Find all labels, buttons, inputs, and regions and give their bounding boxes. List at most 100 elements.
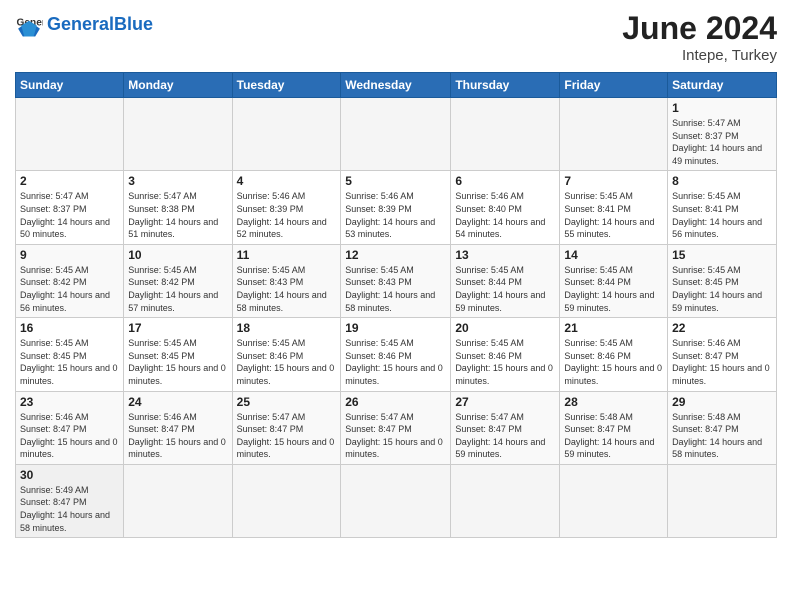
day-number: 16 <box>20 321 119 335</box>
day-number: 12 <box>345 248 446 262</box>
day-number: 27 <box>455 395 555 409</box>
location-title: Intepe, Turkey <box>622 47 777 64</box>
day-info: Sunrise: 5:45 AM Sunset: 8:46 PM Dayligh… <box>564 337 663 387</box>
calendar-day-cell: 27Sunrise: 5:47 AM Sunset: 8:47 PM Dayli… <box>451 391 560 464</box>
day-info: Sunrise: 5:45 AM Sunset: 8:41 PM Dayligh… <box>564 190 663 240</box>
calendar-day-cell: 20Sunrise: 5:45 AM Sunset: 8:46 PM Dayli… <box>451 318 560 391</box>
day-info: Sunrise: 5:46 AM Sunset: 8:47 PM Dayligh… <box>672 337 772 387</box>
day-number: 25 <box>237 395 337 409</box>
calendar-day-cell <box>232 98 341 171</box>
logo-text: GeneralBlue <box>47 14 153 35</box>
day-number: 6 <box>455 174 555 188</box>
calendar-day-cell: 8 Sunrise: 5:45 AM Sunset: 8:41 PM Daylig… <box>668 171 777 244</box>
header-monday: Monday <box>124 73 232 98</box>
page: General GeneralBlue June 2024 Intepe, Tu… <box>0 0 792 553</box>
generalblue-logo-icon: General <box>15 10 43 38</box>
calendar-day-cell: 24Sunrise: 5:46 AM Sunset: 8:47 PM Dayli… <box>124 391 232 464</box>
day-info: Sunrise: 5:45 AM Sunset: 8:46 PM Dayligh… <box>455 337 555 387</box>
day-number: 18 <box>237 321 337 335</box>
calendar-day-cell <box>560 98 668 171</box>
day-number: 13 <box>455 248 555 262</box>
header-sunday: Sunday <box>16 73 124 98</box>
day-number: 26 <box>345 395 446 409</box>
calendar-week-row: 30 Sunrise: 5:49 AM Sunset: 8:47 PM Dayli… <box>16 464 777 537</box>
day-info: Sunrise: 5:46 AM Sunset: 8:47 PM Dayligh… <box>20 411 119 461</box>
calendar-day-cell <box>451 98 560 171</box>
day-info: Sunrise: 5:47 AM Sunset: 8:47 PM Dayligh… <box>345 411 446 461</box>
calendar-day-cell: 22 Sunrise: 5:46 AM Sunset: 8:47 PM Dayli… <box>668 318 777 391</box>
header: General GeneralBlue June 2024 Intepe, Tu… <box>15 10 777 64</box>
day-info: Sunrise: 5:49 AM Sunset: 8:47 PM Dayligh… <box>20 484 119 534</box>
calendar-day-cell: 18 Sunrise: 5:45 AM Sunset: 8:46 PM Dayli… <box>232 318 341 391</box>
calendar-day-cell: 30 Sunrise: 5:49 AM Sunset: 8:47 PM Dayli… <box>16 464 124 537</box>
day-number: 22 <box>672 321 772 335</box>
calendar-day-cell: 4Sunrise: 5:46 AM Sunset: 8:39 PM Daylig… <box>232 171 341 244</box>
calendar-day-cell: 23 Sunrise: 5:46 AM Sunset: 8:47 PM Dayli… <box>16 391 124 464</box>
day-info: Sunrise: 5:48 AM Sunset: 8:47 PM Dayligh… <box>564 411 663 461</box>
day-number: 11 <box>237 248 337 262</box>
calendar-day-cell <box>341 98 451 171</box>
day-info: Sunrise: 5:47 AM Sunset: 8:37 PM Dayligh… <box>672 117 772 167</box>
day-info: Sunrise: 5:45 AM Sunset: 8:43 PM Dayligh… <box>237 264 337 314</box>
day-number: 5 <box>345 174 446 188</box>
logo-blue: Blue <box>114 14 153 34</box>
day-info: Sunrise: 5:45 AM Sunset: 8:46 PM Dayligh… <box>237 337 337 387</box>
logo: General GeneralBlue <box>15 10 153 38</box>
day-number: 2 <box>20 174 119 188</box>
calendar-day-cell: 6 Sunrise: 5:46 AM Sunset: 8:40 PM Daylig… <box>451 171 560 244</box>
calendar-day-cell <box>341 464 451 537</box>
calendar-week-row: 16 Sunrise: 5:45 AM Sunset: 8:45 PM Dayli… <box>16 318 777 391</box>
calendar-day-cell: 19 Sunrise: 5:45 AM Sunset: 8:46 PM Dayli… <box>341 318 451 391</box>
header-saturday: Saturday <box>668 73 777 98</box>
day-info: Sunrise: 5:47 AM Sunset: 8:38 PM Dayligh… <box>128 190 227 240</box>
calendar-week-row: 2Sunrise: 5:47 AM Sunset: 8:37 PM Daylig… <box>16 171 777 244</box>
day-info: Sunrise: 5:47 AM Sunset: 8:47 PM Dayligh… <box>237 411 337 461</box>
calendar-day-cell: 28 Sunrise: 5:48 AM Sunset: 8:47 PM Dayli… <box>560 391 668 464</box>
day-number: 19 <box>345 321 446 335</box>
day-info: Sunrise: 5:45 AM Sunset: 8:42 PM Dayligh… <box>20 264 119 314</box>
calendar-day-cell <box>124 464 232 537</box>
calendar-day-cell <box>451 464 560 537</box>
logo-general: General <box>47 14 114 34</box>
header-wednesday: Wednesday <box>341 73 451 98</box>
day-number: 21 <box>564 321 663 335</box>
day-number: 23 <box>20 395 119 409</box>
day-number: 24 <box>128 395 227 409</box>
calendar-header-row: Sunday Monday Tuesday Wednesday Thursday… <box>16 73 777 98</box>
day-info: Sunrise: 5:45 AM Sunset: 8:46 PM Dayligh… <box>345 337 446 387</box>
calendar-day-cell <box>16 98 124 171</box>
day-number: 4 <box>237 174 337 188</box>
header-friday: Friday <box>560 73 668 98</box>
day-info: Sunrise: 5:45 AM Sunset: 8:45 PM Dayligh… <box>128 337 227 387</box>
day-info: Sunrise: 5:46 AM Sunset: 8:40 PM Dayligh… <box>455 190 555 240</box>
day-number: 8 <box>672 174 772 188</box>
calendar-day-cell: 21 Sunrise: 5:45 AM Sunset: 8:46 PM Dayli… <box>560 318 668 391</box>
calendar-day-cell: 16 Sunrise: 5:45 AM Sunset: 8:45 PM Dayli… <box>16 318 124 391</box>
calendar-day-cell: 26 Sunrise: 5:47 AM Sunset: 8:47 PM Dayli… <box>341 391 451 464</box>
calendar-day-cell: 17Sunrise: 5:45 AM Sunset: 8:45 PM Dayli… <box>124 318 232 391</box>
day-info: Sunrise: 5:46 AM Sunset: 8:39 PM Dayligh… <box>345 190 446 240</box>
calendar-day-cell <box>668 464 777 537</box>
day-info: Sunrise: 5:45 AM Sunset: 8:44 PM Dayligh… <box>455 264 555 314</box>
calendar-day-cell <box>232 464 341 537</box>
day-number: 30 <box>20 468 119 482</box>
calendar-week-row: 9Sunrise: 5:45 AM Sunset: 8:42 PM Daylig… <box>16 244 777 317</box>
header-thursday: Thursday <box>451 73 560 98</box>
day-number: 28 <box>564 395 663 409</box>
calendar-day-cell: 15Sunrise: 5:45 AM Sunset: 8:45 PM Dayli… <box>668 244 777 317</box>
calendar-day-cell: 3 Sunrise: 5:47 AM Sunset: 8:38 PM Daylig… <box>124 171 232 244</box>
calendar-day-cell <box>124 98 232 171</box>
calendar-day-cell: 11 Sunrise: 5:45 AM Sunset: 8:43 PM Dayli… <box>232 244 341 317</box>
calendar-day-cell: 1 Sunrise: 5:47 AM Sunset: 8:37 PM Daylig… <box>668 98 777 171</box>
calendar-day-cell: 13 Sunrise: 5:45 AM Sunset: 8:44 PM Dayli… <box>451 244 560 317</box>
day-number: 14 <box>564 248 663 262</box>
day-info: Sunrise: 5:45 AM Sunset: 8:45 PM Dayligh… <box>20 337 119 387</box>
day-number: 1 <box>672 101 772 115</box>
day-number: 3 <box>128 174 227 188</box>
day-info: Sunrise: 5:45 AM Sunset: 8:42 PM Dayligh… <box>128 264 227 314</box>
calendar-day-cell: 29Sunrise: 5:48 AM Sunset: 8:47 PM Dayli… <box>668 391 777 464</box>
day-number: 7 <box>564 174 663 188</box>
day-info: Sunrise: 5:45 AM Sunset: 8:41 PM Dayligh… <box>672 190 772 240</box>
day-number: 10 <box>128 248 227 262</box>
day-info: Sunrise: 5:48 AM Sunset: 8:47 PM Dayligh… <box>672 411 772 461</box>
